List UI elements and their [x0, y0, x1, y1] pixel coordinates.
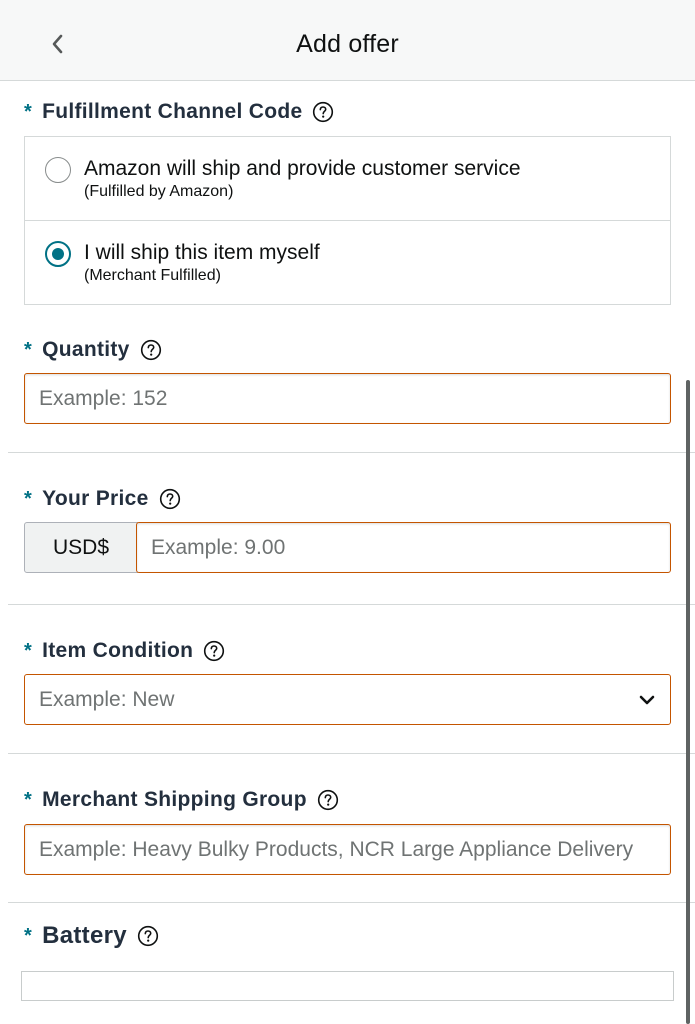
- quantity-label: * Quantity: [24, 338, 162, 362]
- battery-label-text: Battery: [42, 922, 127, 949]
- condition-select-value: Example: New: [39, 688, 175, 711]
- quantity-field[interactable]: [24, 373, 671, 424]
- battery-field[interactable]: [21, 971, 674, 1001]
- radio-button-fba[interactable]: [45, 157, 71, 183]
- divider: [8, 604, 695, 605]
- required-mark: *: [24, 100, 33, 123]
- price-label: * Your Price: [24, 487, 181, 511]
- required-mark: *: [24, 487, 33, 510]
- shipping-group-label: * Merchant Shipping Group: [24, 788, 339, 812]
- shipping-group-field[interactable]: [24, 824, 671, 875]
- divider: [8, 753, 695, 754]
- help-icon[interactable]: [159, 488, 181, 510]
- divider: [8, 902, 695, 903]
- divider: [8, 452, 695, 453]
- radio-option-merchant-label: I will ship this item myself: [84, 241, 320, 264]
- quantity-input[interactable]: [25, 374, 670, 423]
- condition-label: * Item Condition: [24, 639, 225, 663]
- price-label-text: Your Price: [42, 487, 149, 510]
- required-mark: *: [24, 639, 33, 662]
- help-icon[interactable]: [140, 339, 162, 361]
- scrollbar[interactable]: [686, 380, 690, 1024]
- app-header: Add offer: [0, 0, 695, 81]
- fulfillment-radio-group: Amazon will ship and provide customer se…: [24, 136, 671, 305]
- condition-label-text: Item Condition: [42, 639, 194, 662]
- page-title: Add offer: [296, 30, 399, 58]
- help-icon[interactable]: [312, 101, 334, 123]
- help-icon[interactable]: [137, 925, 159, 947]
- fulfillment-label-text: Fulfillment Channel Code: [42, 100, 303, 123]
- price-input[interactable]: [137, 523, 670, 572]
- condition-select[interactable]: Example: New: [24, 674, 671, 725]
- help-icon[interactable]: [203, 640, 225, 662]
- required-mark: *: [24, 338, 33, 361]
- required-mark: *: [24, 924, 33, 947]
- radio-option-merchant[interactable]: I will ship this item myself (Merchant F…: [25, 221, 670, 305]
- currency-label: USD$: [24, 522, 138, 573]
- radio-button-merchant[interactable]: [45, 241, 71, 267]
- required-mark: *: [24, 788, 33, 811]
- quantity-label-text: Quantity: [42, 338, 130, 361]
- shipping-group-input[interactable]: [25, 825, 670, 874]
- help-icon[interactable]: [317, 789, 339, 811]
- battery-label: * Battery: [24, 922, 159, 950]
- radio-option-merchant-sublabel: (Merchant Fulfilled): [84, 267, 221, 284]
- radio-option-fba[interactable]: Amazon will ship and provide customer se…: [25, 137, 670, 221]
- chevron-down-icon: [639, 695, 655, 705]
- shipping-group-label-text: Merchant Shipping Group: [42, 788, 307, 811]
- radio-option-fba-label: Amazon will ship and provide customer se…: [84, 157, 521, 180]
- radio-option-fba-sublabel: (Fulfilled by Amazon): [84, 183, 234, 200]
- price-field[interactable]: [136, 522, 671, 573]
- fulfillment-label: * Fulfillment Channel Code: [24, 100, 334, 124]
